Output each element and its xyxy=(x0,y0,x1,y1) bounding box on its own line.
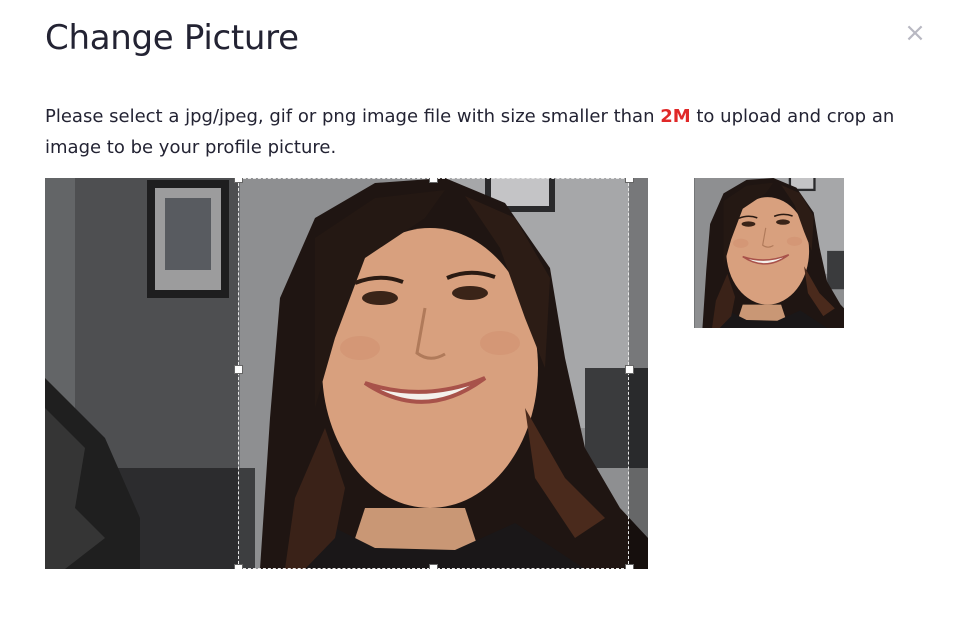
crop-handle-bottom-left[interactable] xyxy=(234,564,243,569)
change-picture-dialog: Change Picture × Please select a jpg/jpe… xyxy=(0,0,960,624)
crop-preview xyxy=(694,178,844,328)
dialog-title: Change Picture xyxy=(45,18,299,58)
instructions-text: Please select a jpg/jpeg, gif or png ima… xyxy=(45,101,925,163)
crop-handle-bottom[interactable] xyxy=(429,564,438,569)
size-limit: 2M xyxy=(660,106,691,127)
crop-canvas[interactable] xyxy=(45,178,648,569)
crop-handle-left[interactable] xyxy=(234,365,243,374)
crop-handle-top-right[interactable] xyxy=(625,178,634,183)
crop-handle-top[interactable] xyxy=(429,178,438,183)
crop-handle-bottom-right[interactable] xyxy=(625,564,634,569)
close-icon[interactable]: × xyxy=(902,20,928,46)
crop-selection-box[interactable] xyxy=(234,178,634,569)
preview-photo xyxy=(694,178,844,328)
instructions-prefix: Please select a jpg/jpeg, gif or png ima… xyxy=(45,106,661,127)
crop-mask-left xyxy=(45,178,238,569)
crop-handle-top-left[interactable] xyxy=(234,178,243,183)
crop-handle-right[interactable] xyxy=(625,365,634,374)
